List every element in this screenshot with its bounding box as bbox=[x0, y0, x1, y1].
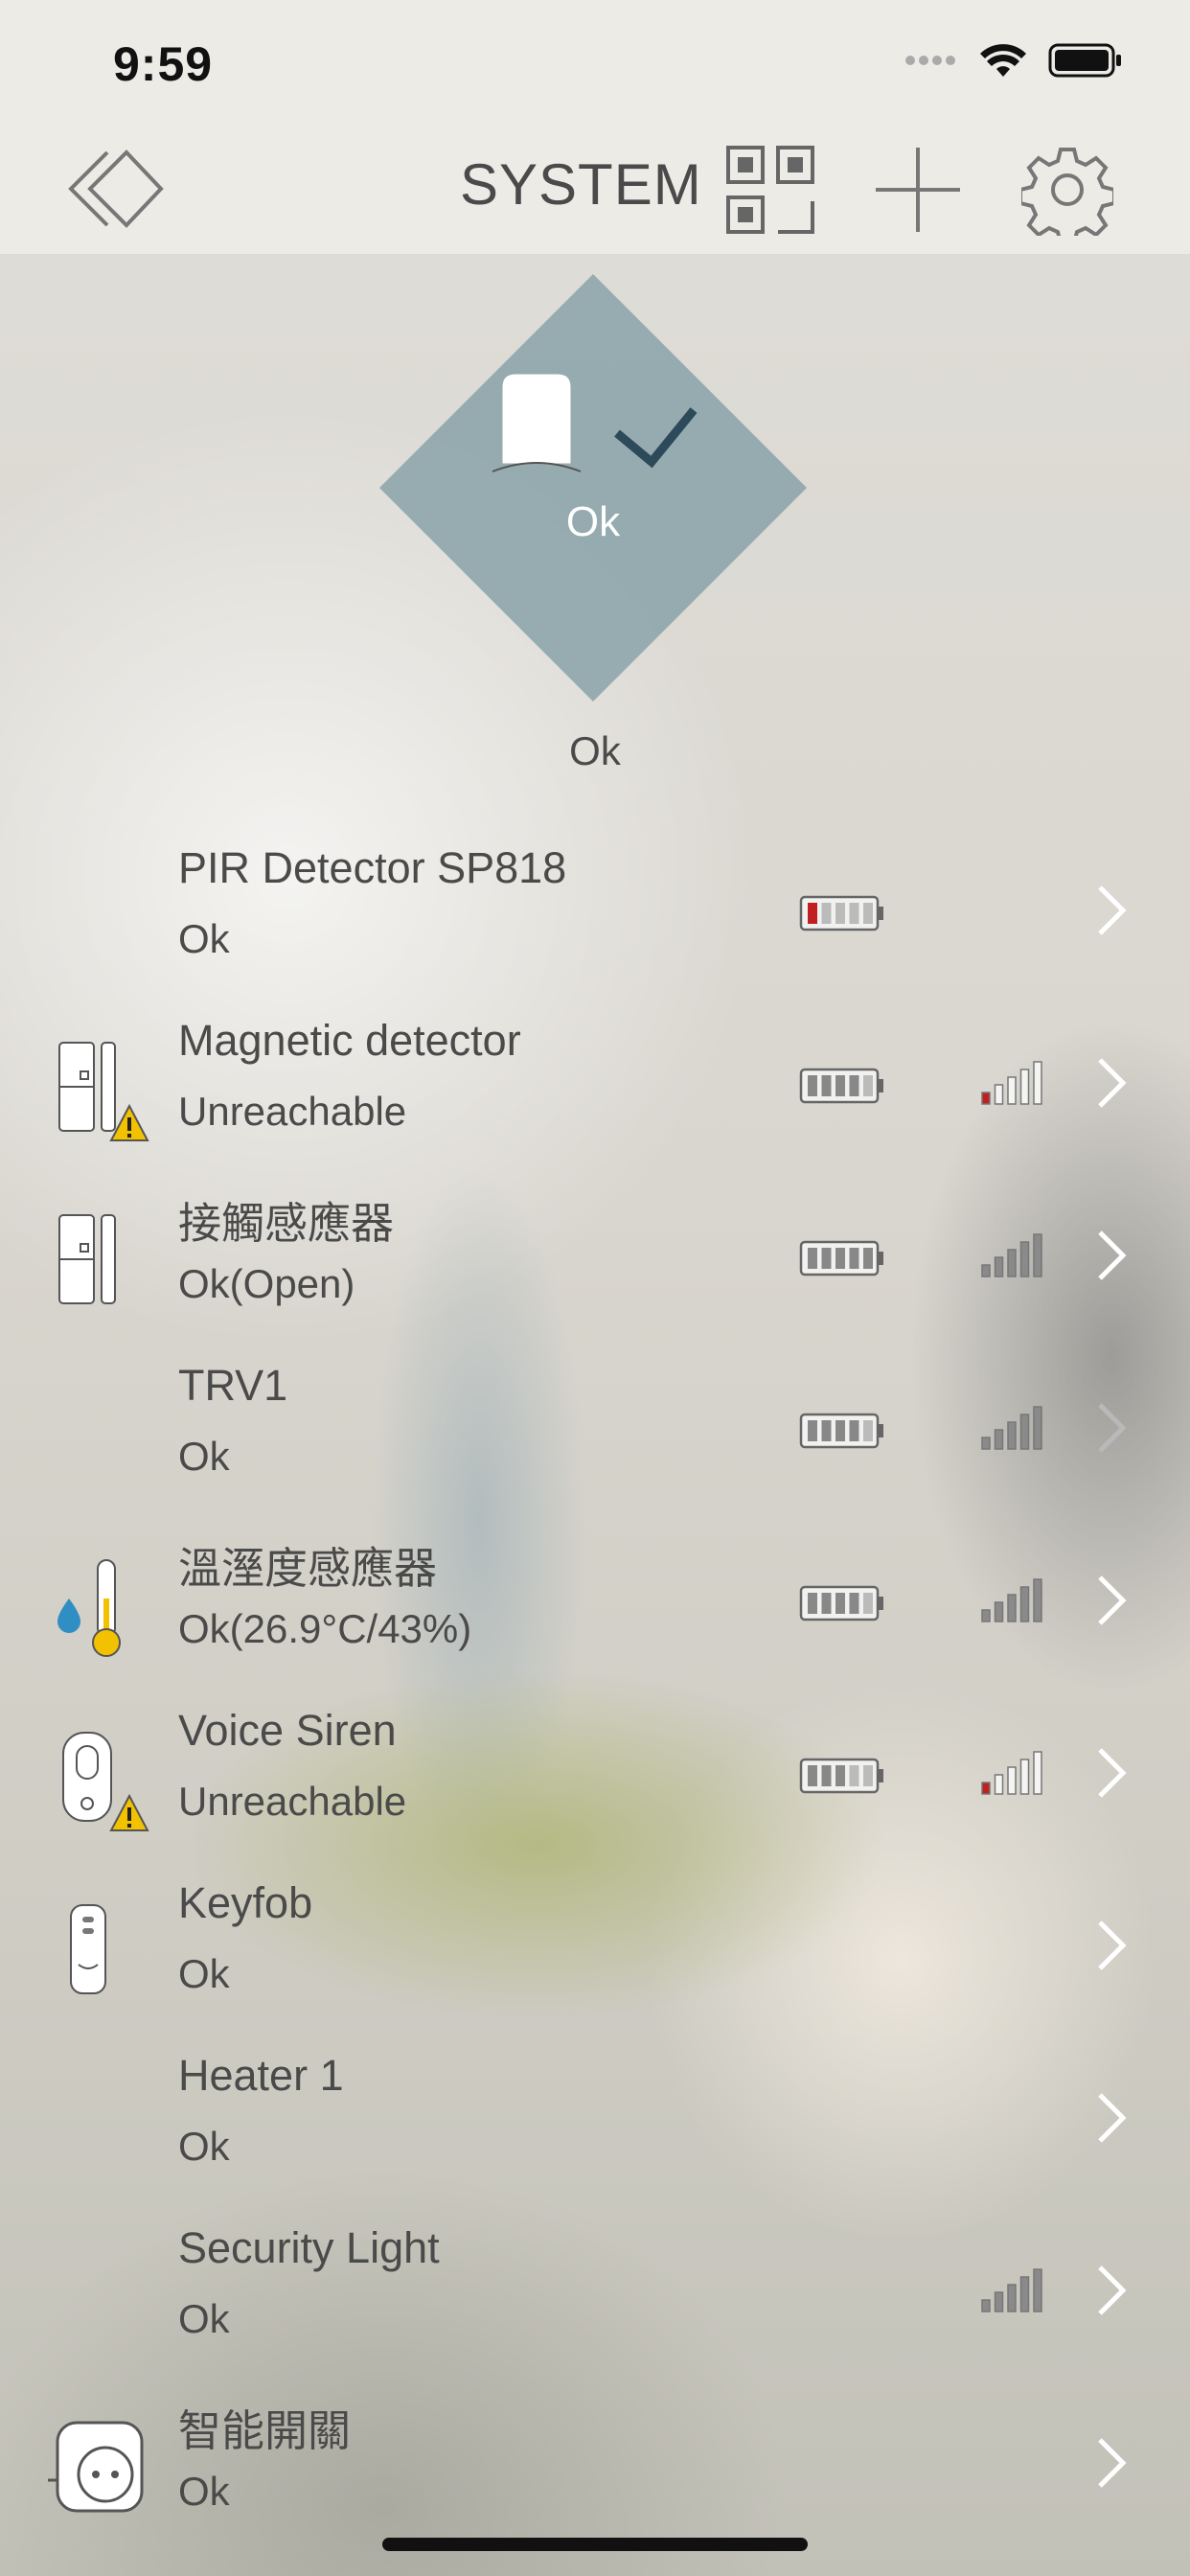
system-status-label: Ok bbox=[569, 728, 621, 773]
chevron-right-icon[interactable] bbox=[1092, 1227, 1131, 1289]
signal-strength-icon bbox=[979, 1577, 1046, 1628]
device-name: PIR Detector SP818 bbox=[178, 843, 567, 892]
battery-icon bbox=[799, 1238, 885, 1283]
chevron-right-icon[interactable] bbox=[1092, 882, 1131, 944]
status-badge-text: Ok bbox=[565, 498, 621, 545]
device-status: Ok bbox=[178, 2124, 230, 2169]
add-device-button[interactable] bbox=[874, 146, 962, 239]
chevron-right-icon[interactable] bbox=[1092, 2262, 1131, 2324]
device-status: Unreachable bbox=[178, 1779, 407, 1824]
device-name: Keyfob bbox=[178, 1878, 313, 1927]
device-row[interactable]: 溫溼度感應器 Ok(26.9°C/43%) bbox=[0, 1514, 1190, 1687]
battery-status-icon bbox=[1048, 43, 1121, 78]
chevron-right-icon[interactable] bbox=[1092, 1917, 1131, 1979]
pir-icon bbox=[48, 841, 153, 976]
chevron-right-icon[interactable] bbox=[1092, 1572, 1131, 1634]
gear-icon bbox=[1018, 148, 1116, 245]
back-button[interactable] bbox=[65, 149, 165, 234]
back-diamond-icon bbox=[68, 150, 164, 228]
device-name: 智能開關 bbox=[178, 2406, 352, 2455]
device-name: 溫溼度感應器 bbox=[178, 1544, 438, 1593]
battery-icon bbox=[799, 1583, 885, 1628]
device-name: Voice Siren bbox=[178, 1706, 397, 1755]
system-status-panel[interactable]: Ok bbox=[378, 272, 809, 703]
signal-strength-icon bbox=[979, 1060, 1046, 1111]
device-name: Magnetic detector bbox=[178, 1016, 521, 1065]
device-status: Ok bbox=[178, 916, 230, 961]
signal-strength-icon bbox=[979, 1405, 1046, 1456]
smart-plug-icon bbox=[29, 2394, 153, 2528]
qr-scan-button[interactable] bbox=[724, 144, 816, 241]
device-name: TRV1 bbox=[178, 1361, 288, 1410]
device-status: Ok bbox=[178, 2469, 230, 2514]
device-row[interactable]: 接觸感應器 Ok(Open) bbox=[0, 1169, 1190, 1342]
device-row[interactable]: Security Light Ok bbox=[0, 2204, 1190, 2377]
device-row[interactable]: 智能開關 Ok bbox=[0, 2377, 1190, 2549]
door-contact-icon bbox=[48, 1186, 153, 1321]
device-name: Heater 1 bbox=[178, 2051, 344, 2100]
signal-strength-icon bbox=[979, 2267, 1046, 2318]
cellular-icon bbox=[905, 56, 955, 65]
settings-button[interactable] bbox=[1018, 144, 1116, 245]
chevron-right-icon[interactable] bbox=[1092, 2089, 1131, 2151]
qr-code-icon bbox=[726, 146, 814, 234]
device-row[interactable]: Keyfob Ok bbox=[0, 1859, 1190, 2032]
device-row[interactable]: TRV1 Ok bbox=[0, 1342, 1190, 1514]
chevron-right-icon[interactable] bbox=[1092, 1399, 1131, 1461]
signal-strength-icon bbox=[979, 1750, 1046, 1801]
hub-device-icon bbox=[492, 373, 582, 472]
siren-warning-icon bbox=[48, 1704, 153, 1838]
chevron-right-icon[interactable] bbox=[1092, 1054, 1131, 1116]
signal-strength-icon bbox=[979, 1232, 1046, 1283]
page-title: SYSTEM bbox=[460, 152, 702, 217]
device-name: Security Light bbox=[178, 2223, 440, 2272]
device-row[interactable]: Magnetic detector Unreachable bbox=[0, 997, 1190, 1169]
device-status: Ok bbox=[178, 1951, 230, 1996]
chevron-right-icon[interactable] bbox=[1092, 2434, 1131, 2496]
battery-icon bbox=[799, 893, 885, 938]
battery-icon bbox=[799, 1411, 885, 1456]
door-contact-warning-icon bbox=[48, 1014, 153, 1148]
battery-icon bbox=[799, 1066, 885, 1111]
thermo-humidity-icon bbox=[48, 1531, 153, 1666]
device-status: Unreachable bbox=[178, 1089, 407, 1134]
home-indicator[interactable] bbox=[382, 2538, 808, 2551]
device-row[interactable]: PIR Detector SP818 Ok bbox=[0, 824, 1190, 997]
device-row[interactable]: Voice Siren Unreachable bbox=[0, 1687, 1190, 1859]
device-name: 接觸感應器 bbox=[178, 1199, 395, 1248]
battery-icon bbox=[799, 1756, 885, 1801]
keyfob-icon bbox=[48, 1876, 153, 2011]
device-status: Ok bbox=[178, 2296, 230, 2341]
device-status: Ok bbox=[178, 1434, 230, 1479]
system-status-diamond bbox=[379, 274, 807, 702]
device-status: Ok(26.9°C/43%) bbox=[178, 1606, 472, 1651]
device-status: Ok(Open) bbox=[178, 1261, 355, 1306]
wifi-icon bbox=[980, 44, 1026, 77]
chevron-right-icon[interactable] bbox=[1092, 1744, 1131, 1806]
status-icons bbox=[904, 42, 1123, 79]
status-time: 9:59 bbox=[113, 37, 214, 91]
plus-icon bbox=[876, 148, 960, 232]
device-row[interactable]: Heater 1 Ok bbox=[0, 2032, 1190, 2204]
